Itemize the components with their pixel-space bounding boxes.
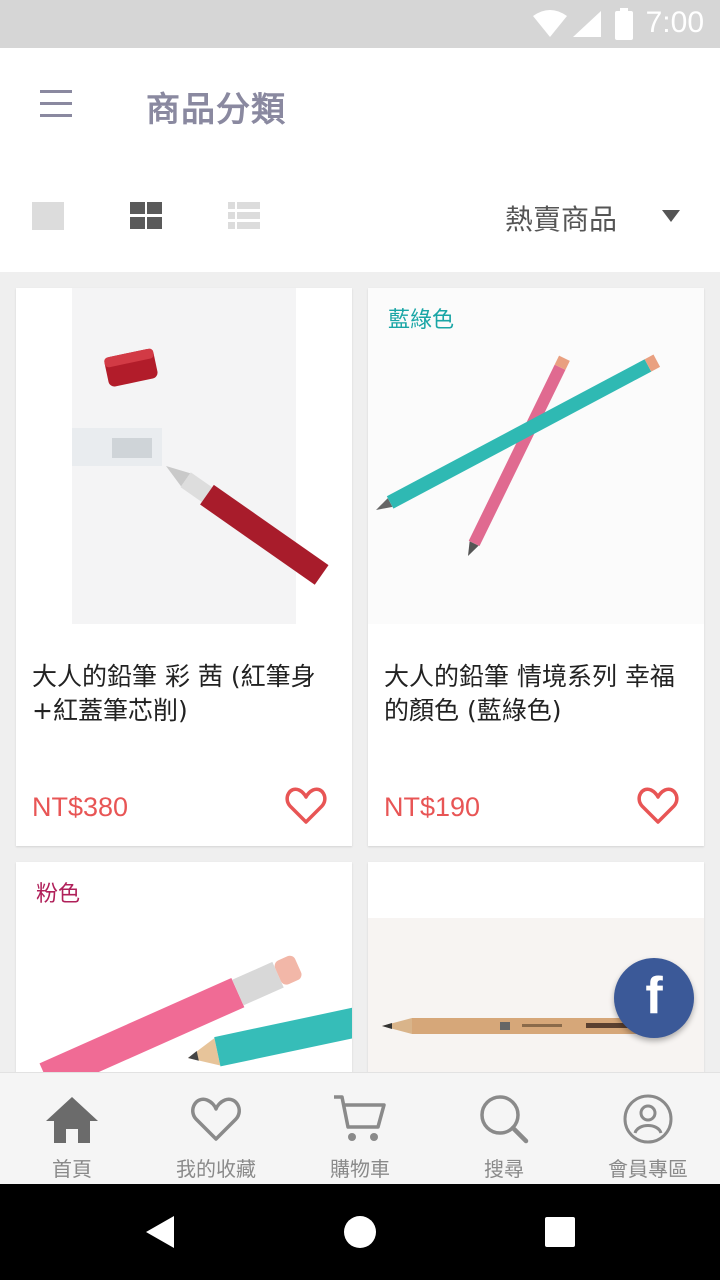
nav-label: 搜尋 [484, 1157, 524, 1181]
variant-label: 粉色 [36, 882, 81, 907]
recents-icon[interactable] [544, 1216, 576, 1248]
product-price: NT$380 [32, 792, 129, 822]
back-icon[interactable] [142, 1214, 178, 1250]
bottom-navigation: 首頁 我的收藏 購物車 搜尋 會員專區 [0, 1072, 720, 1184]
nav-label: 購物車 [330, 1157, 390, 1181]
menu-icon[interactable] [36, 84, 76, 124]
app-bar: 商品分類 [0, 48, 720, 160]
page-title: 商品分類 [146, 90, 286, 130]
product-card[interactable]: 粉色 [16, 862, 352, 1072]
nav-item-member[interactable]: 會員專區 [576, 1073, 720, 1185]
sort-dropdown[interactable]: 熱賣商品 [505, 198, 617, 238]
favorite-heart-icon[interactable] [284, 784, 328, 828]
view-controls: 熱賣商品 [0, 160, 720, 272]
status-bar: 7:00 [0, 0, 720, 48]
product-image[interactable] [368, 288, 704, 624]
search-icon [480, 1095, 529, 1144]
caret-down-icon[interactable] [662, 210, 680, 222]
variant-label: 藍綠色 [388, 308, 455, 333]
heart-icon [191, 1097, 241, 1141]
nav-item-favorites[interactable]: 我的收藏 [144, 1073, 288, 1185]
status-time: 7:00 [645, 6, 704, 39]
home-icon [46, 1097, 98, 1143]
product-price: NT$190 [384, 792, 481, 822]
wifi-icon [533, 10, 567, 37]
product-grid: 大人的鉛筆 彩 茜 (紅筆身+紅蓋筆芯削) NT$380 藍綠色 大人的鉛筆 情… [0, 272, 720, 1072]
nav-item-cart[interactable]: 購物車 [288, 1073, 432, 1185]
nav-item-home[interactable]: 首頁 [0, 1073, 144, 1185]
signal-icon [573, 11, 601, 37]
nav-item-search[interactable]: 搜尋 [432, 1073, 576, 1185]
grid-view-icon[interactable] [128, 200, 164, 232]
home-circle-icon[interactable] [342, 1214, 378, 1250]
product-card[interactable]: 藍綠色 大人的鉛筆 情境系列 幸福的顏色 (藍綠色) NT$190 [368, 288, 704, 846]
facebook-icon: f [645, 967, 663, 1025]
nav-label: 我的收藏 [176, 1157, 256, 1181]
product-card[interactable]: 大人的鉛筆 彩 茜 (紅筆身+紅蓋筆芯削) NT$380 [16, 288, 352, 846]
favorite-heart-icon[interactable] [636, 784, 680, 828]
nav-label: 會員專區 [608, 1157, 688, 1181]
nav-label: 首頁 [52, 1157, 92, 1181]
product-image[interactable] [16, 288, 352, 624]
single-view-icon[interactable] [30, 200, 66, 232]
product-name[interactable]: 大人的鉛筆 彩 茜 (紅筆身+紅蓋筆芯削) [32, 660, 340, 728]
facebook-button[interactable]: f [614, 958, 694, 1038]
product-name[interactable]: 大人的鉛筆 情境系列 幸福的顏色 (藍綠色) [384, 660, 692, 728]
list-view-icon[interactable] [226, 200, 262, 232]
cart-icon [334, 1095, 386, 1141]
battery-icon [615, 8, 633, 40]
system-navigation-bar [0, 1184, 720, 1280]
user-icon [623, 1094, 673, 1144]
